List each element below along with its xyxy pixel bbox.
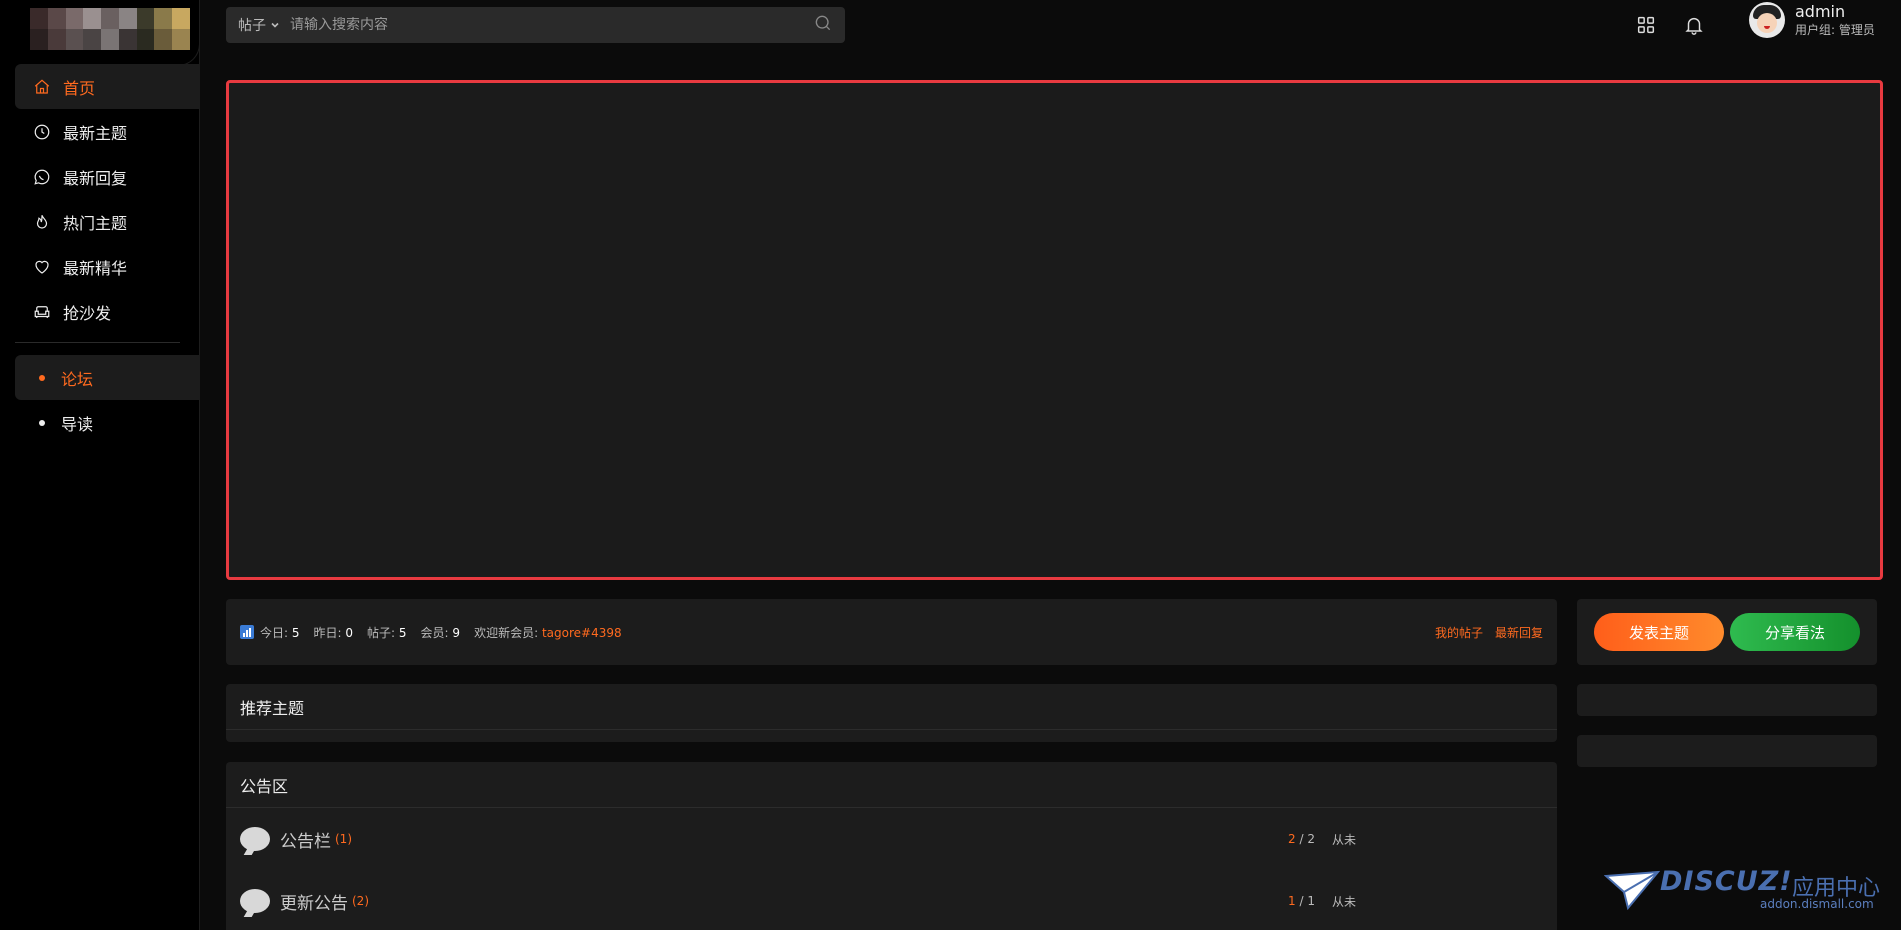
stat-today: 今日: 5 <box>260 625 300 640</box>
forum-ratio: 2 / 2 <box>1288 832 1315 846</box>
forum-new-count: (1) <box>335 832 352 846</box>
sidebar-nav: 首页 最新主题 最新回复 热门主题 最新精华 抢沙发 论坛 导读 <box>15 64 200 445</box>
announcement-section: 公告区 公告栏 (1) 2 / 2 从未 更新公告 (2) 1 / 1 从未 <box>226 762 1557 930</box>
search-scope-dropdown[interactable]: 帖子 <box>238 15 280 35</box>
forum-ratio: 1 / 1 <box>1288 894 1315 908</box>
forum-name[interactable]: 公告栏 <box>280 827 331 852</box>
recommended-section: 推荐主题 <box>226 684 1557 742</box>
action-panel: 发表主题 分享看法 <box>1577 599 1877 665</box>
bell-icon[interactable] <box>1683 14 1705 36</box>
forum-row[interactable]: 更新公告 (2) 1 / 1 从未 <box>226 870 1557 930</box>
stat-new-member: 欢迎新会员: tagore#4398 <box>474 625 622 640</box>
home-icon <box>33 78 51 96</box>
new-member-link[interactable]: tagore#4398 <box>542 626 622 640</box>
sofa-icon <box>33 303 51 321</box>
discuz-watermark: DISCUZ! 应用中心 addon.dismall.com <box>1604 866 1884 916</box>
sidebar: 首页 最新主题 最新回复 热门主题 最新精华 抢沙发 论坛 导读 <box>0 0 200 930</box>
clock-icon <box>33 123 51 141</box>
paper-plane-icon <box>1604 870 1660 910</box>
flame-icon <box>33 213 51 231</box>
sidebar-item-label: 导读 <box>61 414 94 434</box>
chevron-down-icon <box>271 22 279 28</box>
sidebar-item-featured[interactable]: 最新精华 <box>15 244 200 289</box>
logo-divider <box>30 40 200 66</box>
user-group: 用户组: 管理员 <box>1795 23 1875 37</box>
section-title: 公告区 <box>226 762 1557 808</box>
sidebar-widget <box>1577 684 1877 716</box>
search-input[interactable] <box>290 17 813 33</box>
sidebar-item-forum[interactable]: 论坛 <box>15 355 200 400</box>
share-opinion-button[interactable]: 分享看法 <box>1730 613 1860 651</box>
forum-last-post: 从未 <box>1332 832 1357 847</box>
sidebar-item-latest-replies[interactable]: 最新回复 <box>15 154 200 199</box>
sidebar-divider <box>15 342 180 343</box>
user-menu[interactable]: admin 用户组: 管理员 <box>1749 2 1875 38</box>
sidebar-item-label: 论坛 <box>61 369 94 389</box>
sidebar-item-label: 热门主题 <box>63 213 128 233</box>
forum-bubble-icon <box>240 827 270 851</box>
forum-row[interactable]: 公告栏 (1) 2 / 2 从未 <box>226 808 1557 870</box>
search-scope-label: 帖子 <box>238 18 266 34</box>
user-name: admin <box>1795 2 1846 21</box>
sidebar-item-label: 最新主题 <box>63 123 128 143</box>
chat-icon <box>33 168 51 186</box>
sidebar-item-label: 首页 <box>63 78 96 98</box>
post-topic-button[interactable]: 发表主题 <box>1594 613 1724 651</box>
search-icon[interactable] <box>813 13 833 37</box>
banner-area <box>226 80 1883 580</box>
bar-chart-icon <box>240 625 254 639</box>
sidebar-item-guide[interactable]: 导读 <box>15 400 200 445</box>
stat-yesterday: 昨日: 0 <box>313 625 354 640</box>
bullet-icon <box>39 419 45 426</box>
forum-new-count: (2) <box>352 894 369 908</box>
watermark-url: addon.dismall.com <box>1760 897 1874 911</box>
forum-last-post: 从未 <box>1332 894 1357 909</box>
avatar[interactable] <box>1749 2 1785 38</box>
forum-name[interactable]: 更新公告 <box>280 889 348 914</box>
sidebar-item-hot-topics[interactable]: 热门主题 <box>15 199 200 244</box>
sidebar-widget <box>1577 735 1877 767</box>
search-bar: 帖子 <box>226 7 845 43</box>
sidebar-item-home[interactable]: 首页 <box>15 64 200 109</box>
apps-grid-icon[interactable] <box>1635 14 1657 36</box>
sidebar-item-label: 最新精华 <box>63 258 128 278</box>
my-posts-link[interactable]: 我的帖子 <box>1435 624 1483 641</box>
section-title: 推荐主题 <box>226 684 1557 730</box>
heart-icon <box>33 258 51 276</box>
sidebar-item-label: 最新回复 <box>63 168 128 188</box>
bullet-icon <box>39 374 45 381</box>
sidebar-item-sofa[interactable]: 抢沙发 <box>15 289 200 334</box>
stat-posts: 帖子: 5 <box>367 625 407 640</box>
latest-replies-link[interactable]: 最新回复 <box>1495 624 1543 641</box>
watermark-brand: DISCUZ! <box>1660 866 1793 897</box>
sidebar-item-label: 抢沙发 <box>63 303 112 323</box>
forum-bubble-icon <box>240 889 270 913</box>
forum-stats-bar: 今日: 5 昨日: 0 帖子: 5 会员: 9 欢迎新会员: tagore#43… <box>226 599 1557 665</box>
stat-members: 会员: 9 <box>420 625 461 640</box>
sidebar-item-latest-topics[interactable]: 最新主题 <box>15 109 200 154</box>
